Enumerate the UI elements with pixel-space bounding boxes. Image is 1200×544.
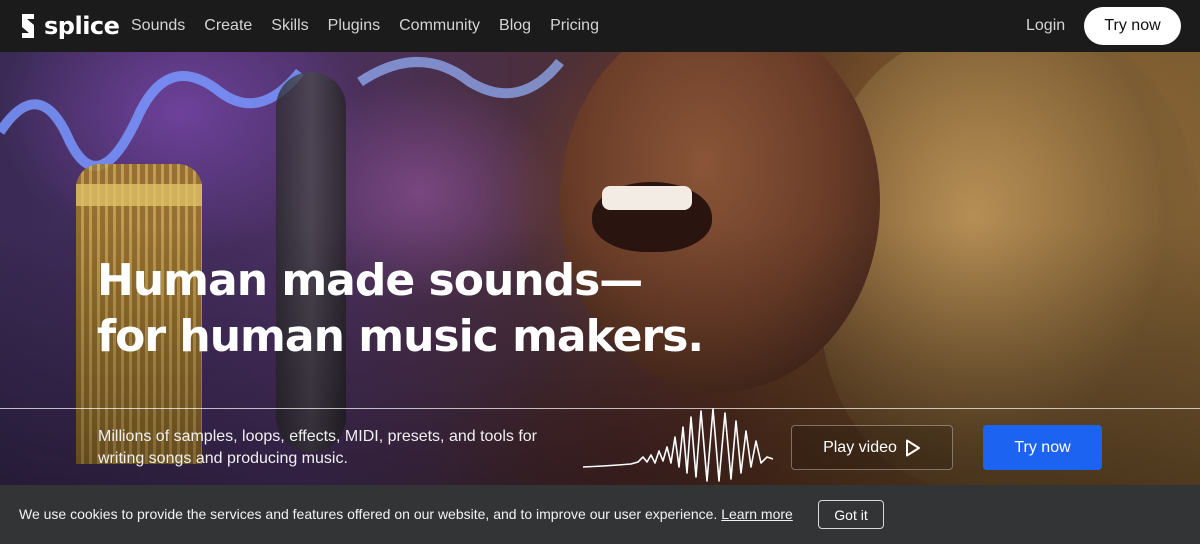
play-video-button[interactable]: Play video <box>791 425 953 470</box>
nav-try-now-button[interactable]: Try now <box>1084 7 1181 45</box>
play-icon <box>905 439 920 456</box>
hero-section: Human made sounds— for human music maker… <box>0 52 1200 485</box>
nav-link-community[interactable]: Community <box>399 0 480 52</box>
nav-link-create[interactable]: Create <box>204 0 252 52</box>
nav-link-blog[interactable]: Blog <box>499 0 531 52</box>
splice-logo[interactable]: splice <box>18 12 120 40</box>
cookie-banner: We use cookies to provide the services a… <box>0 485 1200 544</box>
hero-try-now-button[interactable]: Try now <box>983 425 1102 470</box>
cookie-message: We use cookies to provide the services a… <box>19 485 793 544</box>
login-link[interactable]: Login <box>1026 0 1065 52</box>
nav-link-skills[interactable]: Skills <box>271 0 308 52</box>
got-it-button[interactable]: Got it <box>818 500 884 529</box>
hero-headline-line-1: Human made sounds— <box>97 255 643 306</box>
nav-link-pricing[interactable]: Pricing <box>550 0 599 52</box>
play-video-label: Play video <box>823 438 897 456</box>
cookie-text: We use cookies to provide the services a… <box>19 506 718 522</box>
hero-subtext: Millions of samples, loops, effects, MID… <box>98 428 537 467</box>
waveform-graphic <box>583 408 773 482</box>
top-nav: splice Sounds Create Skills Plugins Comm… <box>0 0 1200 52</box>
nav-link-plugins[interactable]: Plugins <box>328 0 380 52</box>
splice-logo-icon <box>22 14 34 38</box>
learn-more-link[interactable]: Learn more <box>721 506 793 522</box>
hero-headline: Human made sounds— for human music maker… <box>97 253 704 365</box>
nav-link-sounds[interactable]: Sounds <box>131 0 185 52</box>
nav-links: Sounds Create Skills Plugins Community B… <box>131 0 618 52</box>
hero-headline-line-2: for human music makers. <box>97 311 704 362</box>
brand-name: splice <box>44 12 120 40</box>
